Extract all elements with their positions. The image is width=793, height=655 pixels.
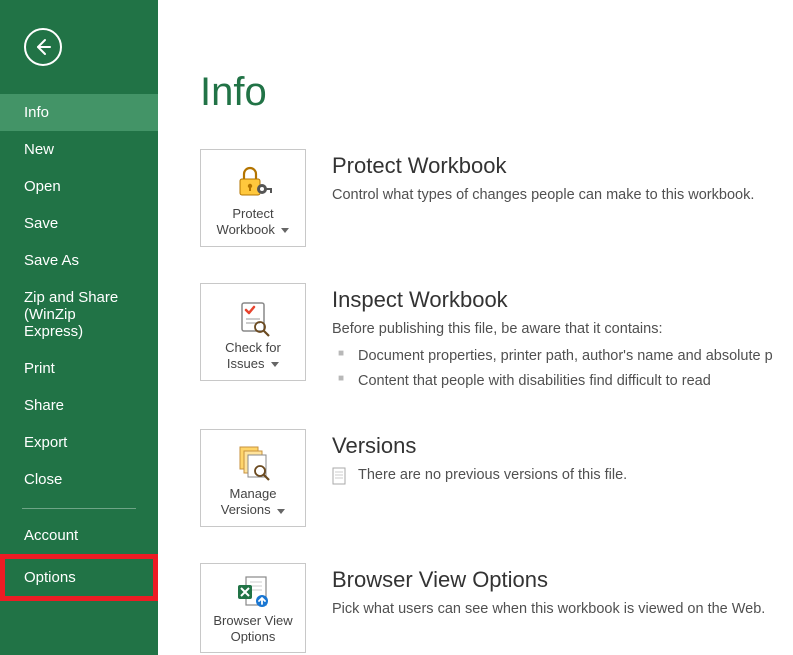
section-text: There are no previous versions of this f… — [358, 465, 627, 486]
sidebar-item-save-as[interactable]: Save As — [0, 242, 158, 279]
sidebar-item-save[interactable]: Save — [0, 205, 158, 242]
section-protect-workbook: Protect Workbook Protect Workbook Contro… — [200, 149, 793, 247]
sidebar-item-label: Options — [24, 569, 76, 586]
section-title: Browser View Options — [332, 567, 793, 593]
protect-workbook-button[interactable]: Protect Workbook — [200, 149, 306, 247]
sidebar-item-label: Export — [24, 434, 67, 451]
document-icon — [332, 467, 348, 485]
section-title: Inspect Workbook — [332, 287, 793, 313]
sidebar-item-options[interactable]: Options — [0, 554, 158, 601]
sidebar-item-open[interactable]: Open — [0, 168, 158, 205]
sidebar-separator — [22, 508, 136, 509]
sidebar-item-share[interactable]: Share — [0, 387, 158, 424]
backstage-sidebar: Info New Open Save Save As Zip and Share… — [0, 0, 158, 655]
section-text: Before publishing this file, be aware th… — [332, 319, 793, 340]
section-title: Protect Workbook — [332, 153, 793, 179]
list-item: Document properties, printer path, autho… — [332, 344, 793, 369]
chevron-down-icon — [281, 222, 289, 238]
manage-versions-button[interactable]: Manage Versions — [200, 429, 306, 527]
sidebar-item-new[interactable]: New — [0, 131, 158, 168]
sidebar-item-label: Account — [24, 527, 78, 544]
sidebar-item-label: Share — [24, 397, 64, 414]
checklist-icon — [232, 292, 274, 340]
section-text: Control what types of changes people can… — [332, 185, 793, 206]
tile-label: Protect Workbook — [217, 206, 290, 238]
tile-label: Manage Versions — [221, 486, 286, 518]
page-title: Info — [200, 70, 793, 115]
sidebar-item-export[interactable]: Export — [0, 424, 158, 461]
section-inspect-workbook: Check for Issues Inspect Workbook Before… — [200, 283, 793, 393]
section-text: Pick what users can see when this workbo… — [332, 599, 793, 620]
sidebar-item-print[interactable]: Print — [0, 350, 158, 387]
sidebar-item-label: Save As — [24, 252, 79, 269]
sidebar-item-account[interactable]: Account — [0, 517, 158, 554]
section-versions: Manage Versions Versions There ar — [200, 429, 793, 527]
sidebar-item-label: Zip and Share (WinZip Express) — [24, 289, 118, 340]
sidebar-item-label: Close — [24, 471, 62, 488]
sidebar-item-label: Print — [24, 360, 55, 377]
tile-label: Browser View Options — [213, 613, 292, 644]
browser-view-options-button[interactable]: Browser View Options — [200, 563, 306, 653]
chevron-down-icon — [271, 356, 279, 372]
sidebar-item-label: New — [24, 141, 54, 158]
lock-key-icon — [232, 158, 274, 206]
chevron-down-icon — [277, 503, 285, 519]
sidebar-item-label: Info — [24, 104, 49, 121]
sidebar-item-close[interactable]: Close — [0, 461, 158, 498]
tile-label: Check for Issues — [225, 340, 281, 372]
sidebar-item-info[interactable]: Info — [0, 94, 158, 131]
sidebar-item-label: Save — [24, 215, 58, 232]
sidebar-item-label: Open — [24, 178, 61, 195]
main-panel: Info Protect Workbook — [158, 0, 793, 655]
back-button[interactable] — [24, 28, 62, 66]
documents-stack-icon — [232, 438, 274, 486]
list-item: Content that people with disabilities fi… — [332, 369, 793, 394]
excel-upload-icon — [232, 571, 274, 613]
arrow-left-icon — [32, 36, 54, 58]
section-title: Versions — [332, 433, 793, 459]
sidebar-item-zip-share[interactable]: Zip and Share (WinZip Express) — [0, 279, 158, 350]
section-browser-view: Browser View Options Browser View Option… — [200, 563, 793, 653]
check-for-issues-button[interactable]: Check for Issues — [200, 283, 306, 381]
inspect-bullets: Document properties, printer path, autho… — [332, 344, 793, 393]
